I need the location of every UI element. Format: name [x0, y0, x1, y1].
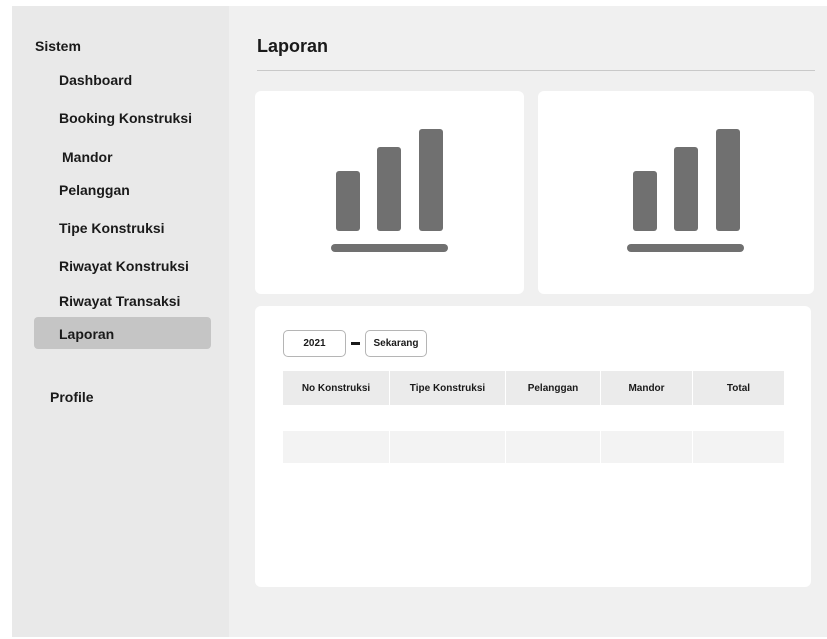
title-divider	[257, 70, 815, 71]
table-row[interactable]	[283, 431, 785, 463]
sidebar-item-dashboard[interactable]: Dashboard	[59, 72, 132, 88]
main-content: Laporan 2021 Sekarang No Konstruksi Tipe…	[229, 6, 827, 637]
sidebar-item-laporan[interactable]: Laporan	[59, 326, 114, 342]
table-cell	[693, 431, 785, 463]
sidebar-item-riwayat-transaksi[interactable]: Riwayat Transaksi	[59, 293, 180, 309]
report-table-card: 2021 Sekarang No Konstruksi Tipe Konstru…	[255, 306, 811, 587]
bar-chart-icon	[627, 129, 744, 254]
column-header[interactable]: Total	[693, 371, 785, 405]
table-cell	[601, 431, 693, 463]
sidebar-item-riwayat-konstruksi[interactable]: Riwayat Konstruksi	[59, 258, 189, 274]
sidebar: Sistem Dashboard Booking Konstruksi Mand…	[12, 6, 229, 637]
range-separator	[351, 342, 360, 345]
sidebar-item-profile[interactable]: Profile	[50, 389, 94, 405]
sidebar-section-title: Sistem	[35, 38, 81, 54]
sidebar-item-mandor[interactable]: Mandor	[62, 149, 113, 165]
sidebar-item-pelanggan[interactable]: Pelanggan	[59, 182, 130, 198]
report-table: No Konstruksi Tipe Konstruksi Pelanggan …	[283, 371, 785, 463]
column-header[interactable]: No Konstruksi	[283, 371, 390, 405]
sidebar-item-tipe-konstruksi[interactable]: Tipe Konstruksi	[59, 220, 165, 236]
column-header[interactable]: Pelanggan	[506, 371, 601, 405]
page-title: Laporan	[257, 36, 329, 56]
column-header[interactable]: Tipe Konstruksi	[390, 371, 506, 405]
table-header: No Konstruksi Tipe Konstruksi Pelanggan …	[283, 371, 785, 405]
from-year-field[interactable]: 2021	[283, 330, 346, 357]
to-date-field[interactable]: Sekarang	[365, 330, 427, 357]
bar-chart-icon	[331, 129, 448, 254]
table-cell	[283, 431, 390, 463]
table-cell	[506, 431, 601, 463]
table-cell	[390, 431, 506, 463]
report-chart-card-1[interactable]	[255, 91, 524, 294]
sidebar-item-booking-konstruksi[interactable]: Booking Konstruksi	[59, 110, 192, 126]
column-header[interactable]: Mandor	[601, 371, 693, 405]
report-chart-card-2[interactable]	[538, 91, 814, 294]
